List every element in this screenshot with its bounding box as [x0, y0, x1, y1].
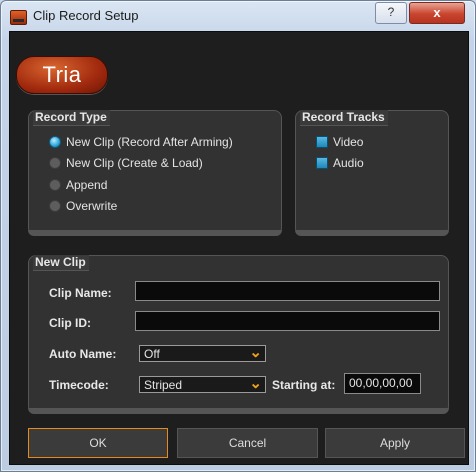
record-type-group: Record Type New Clip (Record After Armin… — [28, 110, 282, 236]
radio-icon — [49, 179, 61, 191]
clip-id-label: Clip ID: — [49, 316, 91, 330]
chevron-down-icon: ⌄ — [249, 344, 262, 361]
checkbox-checked-icon — [316, 136, 328, 148]
chevron-down-icon: ⌄ — [249, 375, 262, 392]
group-bottom-bar — [28, 408, 449, 414]
title-bar[interactable]: Clip Record Setup ? x — [1, 1, 475, 31]
timecode-value: Striped — [144, 378, 183, 392]
record-tracks-group: Record Tracks Video Audio — [295, 110, 449, 236]
apply-button[interactable]: Apply — [325, 428, 465, 458]
cancel-button[interactable]: Cancel — [177, 428, 318, 458]
auto-name-value: Off — [144, 347, 160, 361]
timecode-label: Timecode: — [49, 378, 109, 392]
record-tracks-label: Record Tracks — [300, 110, 388, 126]
app-icon — [10, 10, 27, 25]
dialog-window: Clip Record Setup ? x Tria Record Type N… — [0, 0, 476, 472]
auto-name-select[interactable]: Off ⌄ — [139, 344, 266, 362]
clip-name-label: Clip Name: — [49, 286, 112, 300]
auto-name-label: Auto Name: — [49, 347, 117, 361]
dialog-body: Tria Record Type New Clip (Record After … — [9, 31, 469, 465]
ok-button[interactable]: OK — [28, 428, 168, 458]
group-bottom-bar — [28, 230, 282, 236]
tria-logo: Tria — [16, 56, 108, 94]
new-clip-group: New Clip Clip Name: Clip ID: Auto Name: … — [28, 255, 449, 414]
record-type-label: Record Type — [33, 110, 110, 126]
help-button[interactable]: ? — [375, 2, 407, 24]
radio-selected-icon — [49, 136, 61, 148]
checkbox-checked-icon — [316, 157, 328, 169]
radio-icon — [49, 157, 61, 169]
new-clip-label: New Clip — [33, 255, 89, 271]
window-title: Clip Record Setup — [33, 8, 139, 23]
close-button[interactable]: x — [409, 2, 465, 24]
group-bottom-bar — [295, 230, 449, 236]
starting-at-label: Starting at: — [272, 378, 336, 392]
clip-name-input[interactable] — [135, 281, 440, 301]
radio-icon — [49, 200, 61, 212]
starting-at-input[interactable]: 00,00,00,00 — [344, 373, 421, 394]
clip-id-input[interactable] — [135, 311, 440, 331]
timecode-select[interactable]: Striped ⌄ — [139, 375, 266, 393]
